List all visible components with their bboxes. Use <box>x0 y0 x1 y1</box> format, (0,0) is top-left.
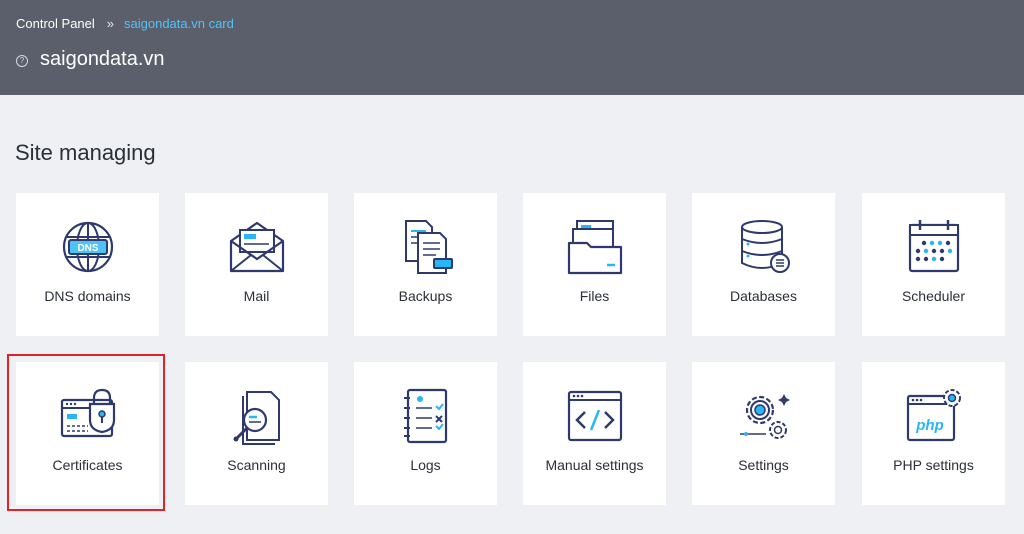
tile-label: Backups <box>398 288 453 304</box>
tile-logs[interactable]: Logs <box>354 362 497 505</box>
info-icon[interactable]: ? <box>16 54 28 67</box>
tile-backups[interactable]: Backups <box>354 193 497 336</box>
tile-settings[interactable]: Settings <box>692 362 835 505</box>
page-title: saigondata.vn <box>40 48 165 70</box>
tile-files[interactable]: Files <box>523 193 666 336</box>
header-bar: Control Panel » saigondata.vn card ? sai… <box>0 0 1024 95</box>
section-title: Site managing <box>15 140 156 165</box>
breadcrumb-current[interactable]: saigondata.vn card <box>124 16 234 31</box>
mail-envelope-icon <box>229 221 285 273</box>
gears-icon <box>740 394 790 439</box>
tile-scheduler[interactable]: Scheduler <box>862 193 1005 336</box>
folder-icon <box>567 220 623 275</box>
code-window-icon <box>567 390 623 442</box>
tile-label: PHP settings <box>893 457 974 473</box>
dns-icon-text: DNS <box>77 243 98 254</box>
site-title-row: ? saigondata.vn <box>16 48 165 71</box>
calendar-icon <box>908 220 960 273</box>
tile-label: Manual settings <box>545 457 644 473</box>
tile-label: Logs <box>410 457 441 473</box>
tile-dns-domains[interactable]: DNS DNS domains <box>16 193 159 336</box>
tile-label: Mail <box>243 288 270 304</box>
tile-label: Certificates <box>52 457 123 473</box>
database-icon <box>741 220 790 273</box>
tile-label: Settings <box>738 457 789 473</box>
tile-manual-settings[interactable]: Manual settings <box>523 362 666 505</box>
tile-label: Scanning <box>227 457 286 473</box>
tile-label: Files <box>579 288 610 304</box>
backup-documents-icon <box>405 220 453 274</box>
log-notebook-icon <box>404 388 448 444</box>
breadcrumb-separator: » <box>106 16 115 31</box>
tile-label: Databases <box>730 288 797 304</box>
certificate-lock-icon <box>60 388 116 438</box>
tile-certificates[interactable]: Certificates <box>16 362 159 505</box>
tile-databases[interactable]: Databases <box>692 193 835 336</box>
tile-mail[interactable]: Mail <box>185 193 328 336</box>
tile-label: Scheduler <box>901 288 966 304</box>
breadcrumb-control-panel[interactable]: Control Panel <box>16 16 95 31</box>
tile-label: DNS domains <box>44 288 131 304</box>
php-icon-text: php <box>915 417 944 434</box>
tile-scanning[interactable]: Scanning <box>185 362 328 505</box>
breadcrumb: Control Panel » saigondata.vn card <box>16 16 234 31</box>
tile-php-settings[interactable]: php PHP settings <box>862 362 1005 505</box>
dns-globe-icon: DNS <box>62 221 114 273</box>
php-window-icon: php <box>906 389 961 442</box>
scan-magnifier-icon <box>233 391 280 445</box>
